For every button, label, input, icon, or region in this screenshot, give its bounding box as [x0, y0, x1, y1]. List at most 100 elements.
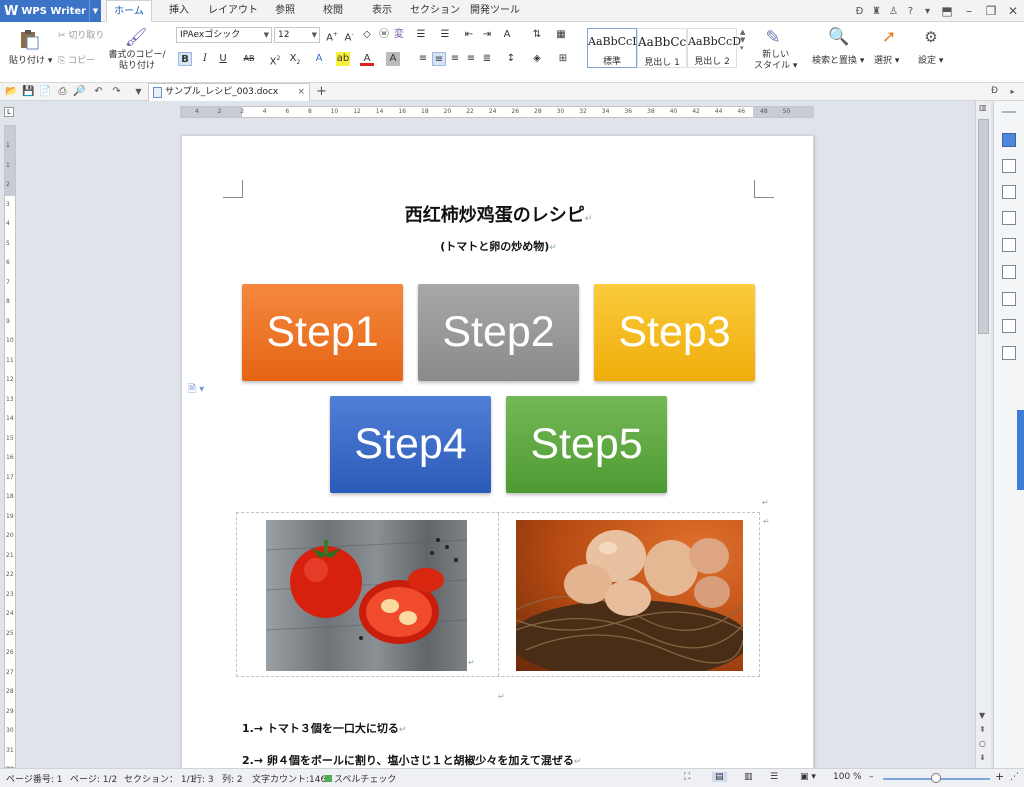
user-icon[interactable]: ♙: [885, 6, 902, 17]
settings-icon[interactable]: ⚙: [920, 26, 942, 48]
skin-icon[interactable]: Ð: [988, 85, 1001, 98]
new-tab-button[interactable]: +: [316, 83, 327, 100]
line-spacing-icon[interactable]: ↕: [504, 52, 518, 66]
collapse-handle-icon[interactable]: [1002, 111, 1016, 113]
vertical-scrollbar[interactable]: ▥ ▼ ⇞ ○ ⇟: [975, 101, 991, 768]
vertical-ruler[interactable]: 1 1 2 3 4 5 6 7 8 9 10 11 12 13 14 15 16 17 18 19 20 21 22 23 24…: [4, 125, 16, 773]
settings-button[interactable]: 設定 ▾: [918, 53, 943, 66]
new-style-icon[interactable]: ✎: [762, 26, 784, 48]
tab-home[interactable]: ホーム: [106, 0, 152, 23]
print-preview-icon[interactable]: 🔎: [73, 85, 86, 98]
help-icon[interactable]: ?: [902, 6, 919, 17]
word-count[interactable]: 文字カウント:146: [252, 772, 326, 785]
table-icon[interactable]: ▦: [554, 28, 568, 42]
ruler-toggle-icon[interactable]: ▥: [979, 103, 987, 112]
focus-mode-icon[interactable]: ⛶: [684, 772, 690, 782]
cut-button[interactable]: ✂ 切り取り: [58, 28, 104, 41]
font-name-select[interactable]: IPAexゴシック ▼: [176, 27, 272, 43]
find-replace-icon[interactable]: 🔍: [828, 26, 850, 48]
tab-document[interactable]: サンプル_レシピ_003.docx ×: [148, 83, 310, 101]
cursor-select-icon[interactable]: ➚: [878, 26, 900, 48]
align-right-icon[interactable]: ≡: [448, 52, 462, 66]
new-document-icon[interactable]: [1002, 133, 1016, 147]
tab-insert[interactable]: 挿入: [158, 0, 200, 22]
save-icon[interactable]: 💾: [22, 85, 35, 98]
font-color-icon[interactable]: A: [360, 52, 374, 66]
clipboard-pane-icon[interactable]: [1002, 238, 1016, 252]
browse-object-icon[interactable]: ○: [979, 739, 986, 748]
zoom-slider-handle[interactable]: [931, 773, 941, 783]
chevron-right-icon[interactable]: ▸: [1006, 85, 1019, 98]
app-menu-button[interactable]: W WPS Writer ▼: [0, 0, 101, 22]
navigation-pane-icon[interactable]: [1002, 265, 1016, 279]
spell-check-status[interactable]: スペルチェック: [325, 772, 396, 785]
styles-scroll-icon[interactable]: ▲ ▼ ▾: [740, 28, 745, 52]
step-5-shape[interactable]: Step5: [506, 396, 667, 493]
bold-button[interactable]: B: [178, 52, 192, 66]
highlight-icon[interactable]: ab: [336, 52, 350, 66]
style-heading-1[interactable]: AaBbCc 見出し 1: [637, 28, 687, 68]
undo-icon[interactable]: ↶: [92, 85, 105, 98]
shrink-font-icon[interactable]: A-: [342, 28, 356, 43]
next-page-icon[interactable]: ⇟: [979, 753, 986, 762]
font-size-select[interactable]: 12 ▼: [274, 27, 320, 43]
paste-button[interactable]: 貼り付け ▾: [9, 53, 52, 66]
tab-review[interactable]: 校閲: [312, 0, 354, 22]
document-title[interactable]: 西红柿炒鸡蛋のレシピ↵: [182, 201, 815, 227]
step-2-shape[interactable]: Step2: [418, 284, 579, 381]
image-pane-icon[interactable]: [1002, 319, 1016, 333]
properties-pane-icon[interactable]: [1002, 346, 1016, 360]
align-left-icon[interactable]: ≡: [416, 52, 430, 66]
instruction-line-1[interactable]: 1.→ トマト３個を一口大に切る↵: [242, 720, 406, 736]
shapes-pane-icon[interactable]: [1002, 211, 1016, 225]
zoom-level[interactable]: 100 %: [833, 772, 862, 782]
chevron-down-icon[interactable]: ▾: [919, 6, 936, 17]
image-table[interactable]: ↵ ↵: [236, 512, 770, 677]
backup-pane-icon[interactable]: [1002, 292, 1016, 306]
asian-layout-icon[interactable]: A: [500, 28, 514, 42]
document-page[interactable]: 西红柿炒鸡蛋のレシピ↵ (トマトと卵の炒め物)↵ 🗎 ▾ Step1 Step2…: [181, 135, 814, 775]
resize-grip-icon[interactable]: ⋰: [1010, 772, 1019, 782]
borders-icon[interactable]: ⊞: [556, 52, 570, 66]
strikethrough-button[interactable]: AB: [242, 52, 256, 66]
paste-icon[interactable]: [16, 27, 42, 51]
close-button[interactable]: ✕: [1002, 4, 1024, 18]
shirt-icon[interactable]: ♜: [868, 6, 885, 17]
tab-section[interactable]: セクション: [410, 0, 460, 22]
italic-button[interactable]: I: [198, 52, 212, 66]
full-screen-read-icon[interactable]: ▥: [744, 772, 753, 782]
align-center-icon[interactable]: ≡: [432, 52, 446, 66]
previous-page-icon[interactable]: ⇞: [979, 725, 986, 734]
new-style-button[interactable]: 新しい スタイル ▾: [754, 50, 797, 72]
phonetic-guide-icon[interactable]: ⓦ: [377, 28, 391, 42]
restore-button[interactable]: ❐: [980, 4, 1002, 18]
clear-format-icon[interactable]: ◇: [360, 28, 374, 42]
format-painter-button[interactable]: 書式のコピー/ 貼り付け: [108, 50, 166, 72]
close-icon[interactable]: ×: [297, 84, 305, 101]
format-painter-icon[interactable]: 🖌: [124, 26, 148, 48]
minimize-button[interactable]: –: [958, 4, 980, 18]
tab-references[interactable]: 参照: [264, 0, 306, 22]
chevron-down-icon[interactable]: ▼: [89, 0, 101, 22]
select-button[interactable]: 選択 ▾: [874, 53, 899, 66]
subscript-button[interactable]: X2: [288, 52, 302, 66]
tomato-image[interactable]: [266, 520, 467, 671]
shading-icon[interactable]: ◈: [530, 52, 544, 66]
scrollbar-thumb[interactable]: [978, 119, 989, 334]
step-1-shape[interactable]: Step1: [242, 284, 403, 381]
tab-view[interactable]: 表示: [360, 0, 404, 22]
print-layout-icon[interactable]: ▤: [712, 772, 727, 782]
print-icon[interactable]: ⎙: [56, 85, 69, 98]
text-effect-icon[interactable]: A: [312, 52, 326, 66]
bullet-list-icon[interactable]: ☰: [414, 28, 428, 42]
style-normal[interactable]: AaBbCcI 標準: [587, 28, 637, 68]
style-heading-2[interactable]: AaBbCcD 見出し 2: [687, 28, 741, 68]
grow-font-icon[interactable]: A+: [325, 28, 339, 43]
task-pane-expand-handle[interactable]: [1017, 410, 1024, 490]
document-workspace[interactable]: L 4 2 2 4 6 8 10 12 14 16 18 20 22 24 26 28 30 32 34 36 38 40…: [0, 101, 993, 775]
insert-object-icon[interactable]: 🗎 ▾: [188, 382, 204, 399]
step-3-shape[interactable]: Step3: [594, 284, 755, 381]
increase-indent-icon[interactable]: ⇥: [480, 28, 494, 42]
zoom-in-button[interactable]: +: [995, 770, 1004, 783]
eggs-image[interactable]: [516, 520, 743, 671]
